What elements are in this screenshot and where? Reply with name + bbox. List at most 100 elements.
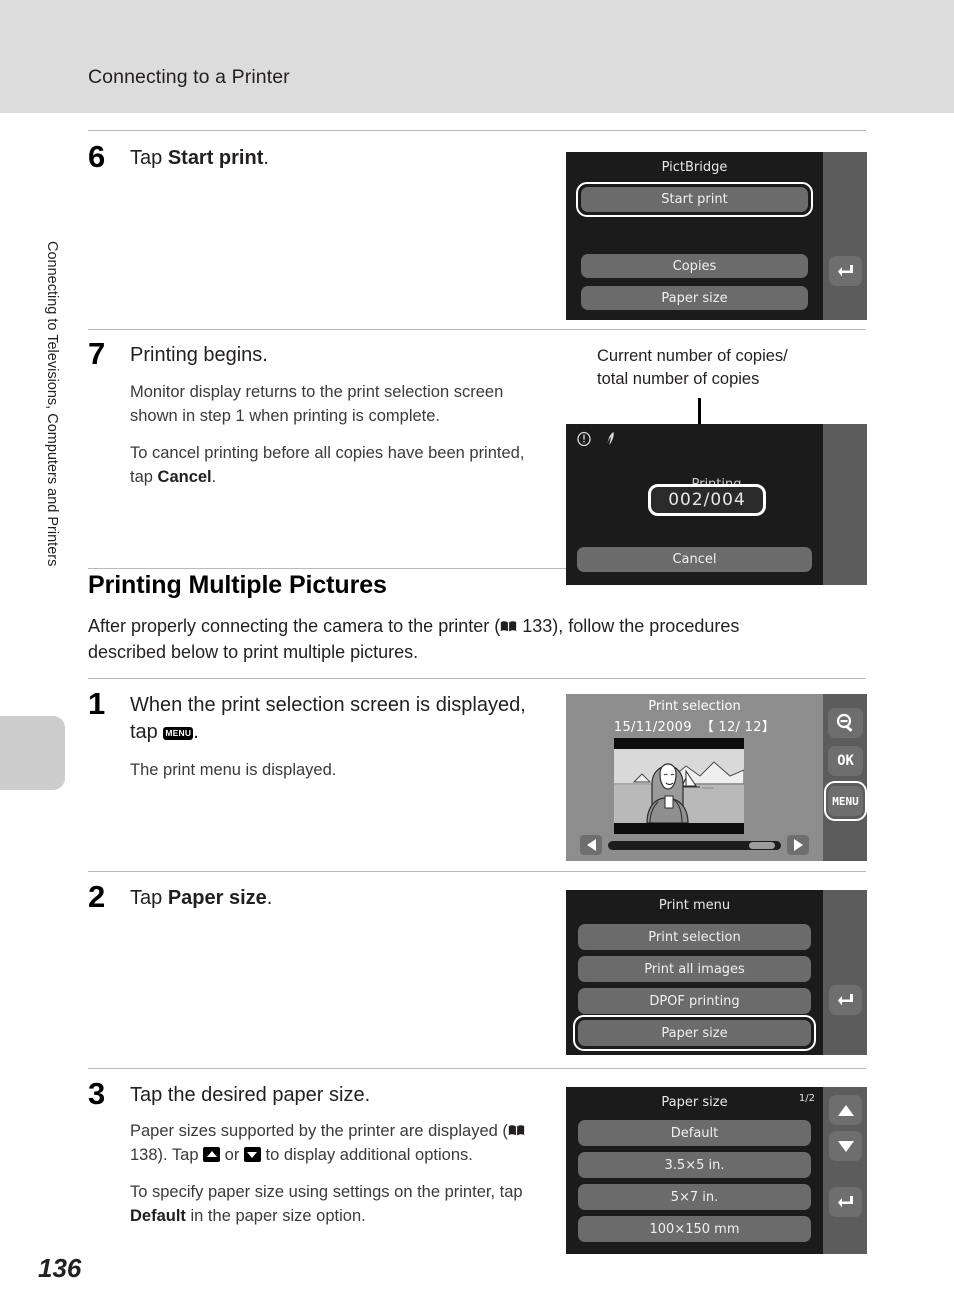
back-arrow-glyph: [837, 1196, 853, 1208]
paper-size-item-3-5x5-in[interactable]: 3.5×5 in.: [578, 1152, 811, 1178]
step-7-cancel-bold: Cancel: [157, 468, 212, 487]
zoom-out-icon[interactable]: [828, 708, 863, 738]
pictbridge-paper-size-button[interactable]: Paper size: [581, 286, 808, 310]
step-3-para-1-ref: 138). Tap: [130, 1146, 204, 1165]
prev-image-button[interactable]: [580, 835, 602, 855]
step-1-body: The print menu is displayed.: [130, 758, 550, 795]
callout-line-2: total number of copies: [597, 370, 760, 389]
print-menu-item-dpof-printing[interactable]: DPOF printing: [578, 988, 811, 1014]
divider-6: [88, 1068, 866, 1069]
print-selection-title: Print selection: [648, 699, 741, 714]
printing-cancel-button[interactable]: Cancel: [577, 547, 812, 572]
next-image-button[interactable]: [787, 835, 809, 855]
callout-label: Current number of copies/ total number o…: [597, 345, 788, 391]
print-menu-item-paper-size[interactable]: Paper size: [578, 1020, 811, 1046]
right-triangle-icon: [793, 839, 803, 851]
step-3-body: Paper sizes supported by the printer are…: [130, 1119, 550, 1241]
print-menu-title: Print menu: [658, 898, 731, 913]
divider-5: [88, 871, 866, 872]
divider-4: [88, 678, 866, 679]
print-selection-body: Print selection 15/11/2009 【 12/ 12】: [566, 694, 823, 861]
chapter-vertical-label: Connecting to Televisions, Computers and…: [44, 241, 60, 567]
divider-2: [88, 329, 866, 330]
book-icon: [508, 1125, 525, 1136]
back-icon[interactable]: [829, 985, 862, 1015]
step-7-para-1: Monitor display returns to the print sel…: [130, 383, 504, 426]
paper-size-page-indicator: 1/2: [798, 1093, 815, 1104]
down-arrow-icon: [243, 1147, 261, 1163]
status-icons: [576, 430, 618, 448]
step-2-number: 2: [88, 879, 106, 914]
step-7-para-2: To cancel printing before all copies hav…: [130, 441, 550, 489]
paper-size-item-default[interactable]: Default: [578, 1120, 811, 1146]
magnifier-minus-glyph: [836, 713, 853, 732]
thumbnail-image[interactable]: [614, 738, 744, 834]
screen-print-selection: Print selection 15/11/2009 【 12/ 12】 OK …: [566, 694, 867, 861]
step-7-para-2-suffix: .: [211, 468, 217, 487]
step-1-title-suffix: .: [193, 721, 199, 743]
step-3-para-2-b: in the paper size option.: [185, 1207, 366, 1226]
paper-size-item-5x7-in[interactable]: 5×7 in.: [578, 1184, 811, 1210]
clock-icon: [577, 431, 591, 447]
paper-size-title: Paper size: [661, 1095, 728, 1110]
step-6-number: 6: [88, 139, 106, 174]
step-2-title-suffix: .: [266, 887, 273, 909]
screen-printing: Printing 002/004 Cancel: [566, 424, 867, 585]
print-selection-date: 15/11/2009: [613, 720, 692, 735]
printing-rail: [823, 424, 867, 585]
ok-icon[interactable]: OK: [828, 746, 863, 776]
step-7-title: Printing begins.: [130, 344, 268, 366]
up-arrow-icon[interactable]: [829, 1095, 862, 1125]
up-triangle-glyph: [837, 1104, 854, 1116]
print-menu-item-print-all-images[interactable]: Print all images: [578, 956, 811, 982]
step-1-number: 1: [88, 686, 106, 721]
step-6-title-suffix: .: [263, 147, 269, 169]
print-menu-rail: [823, 890, 867, 1055]
step-1-title: When the print selection screen is displ…: [130, 692, 550, 746]
back-arrow-glyph: [837, 265, 853, 277]
photo-illustration: [614, 738, 744, 834]
chapter-tab: [0, 716, 65, 790]
scroll-row: [574, 835, 815, 855]
pictbridge-start-print-button[interactable]: Start print: [581, 187, 808, 212]
menu-icon[interactable]: MENU: [828, 786, 863, 816]
step-7-number: 7: [88, 336, 106, 371]
up-arrow-icon: [203, 1147, 221, 1163]
pictbridge-copies-button[interactable]: Copies: [581, 254, 808, 278]
step-2-title-prefix: Tap: [130, 887, 168, 909]
paper-size-item-100x150-mm[interactable]: 100×150 mm: [578, 1216, 811, 1242]
step-3-para-1-a: Paper sizes supported by the printer are…: [130, 1122, 508, 1140]
flash-icon: [607, 432, 614, 445]
screen-print-menu: Print menu Print selection Print all ima…: [566, 890, 867, 1055]
print-menu-item-print-selection[interactable]: Print selection: [578, 924, 811, 950]
back-icon[interactable]: [829, 256, 862, 286]
left-triangle-icon: [586, 839, 596, 851]
pictbridge-rail: [823, 152, 867, 320]
step-6-title: Tap Start print.: [130, 145, 550, 172]
down-triangle-glyph: [837, 1140, 854, 1152]
menu-icon: MENU: [163, 727, 194, 740]
down-arrow-icon[interactable]: [829, 1131, 862, 1161]
scroll-track[interactable]: [608, 841, 781, 850]
section-heading: Printing Multiple Pictures: [88, 571, 387, 599]
back-icon[interactable]: [829, 1187, 862, 1217]
step-3-default-bold: Default: [130, 1207, 186, 1226]
step-3-para-1-b: or: [220, 1146, 244, 1165]
step-2-title-bold: Paper size: [167, 887, 267, 909]
pictbridge-title: PictBridge: [661, 160, 728, 175]
step-2-title: Tap Paper size.: [130, 885, 550, 912]
step-7-body: Monitor display returns to the print sel…: [130, 380, 550, 502]
screen-pictbridge: PictBridge Start print Copies Paper size: [566, 152, 867, 320]
step-1-para-1: The print menu is displayed.: [130, 761, 337, 779]
callout-line-1: Current number of copies/: [597, 347, 788, 365]
print-selection-date-counter: 15/11/2009 【 12/ 12】: [566, 716, 823, 735]
step-3-title: Tap the desired paper size.: [130, 1084, 371, 1106]
section-intro-a: After properly connecting the camera to …: [88, 616, 501, 636]
page-number: 136: [38, 1253, 82, 1283]
scroll-thumb[interactable]: [749, 842, 775, 849]
screen-paper-size: Paper size 1/2 Default 3.5×5 in. 5×7 in.…: [566, 1087, 867, 1254]
copy-counter: 002/004: [648, 484, 766, 516]
book-icon: [501, 621, 517, 632]
divider-1: [88, 130, 866, 131]
step-3-number: 3: [88, 1076, 106, 1111]
